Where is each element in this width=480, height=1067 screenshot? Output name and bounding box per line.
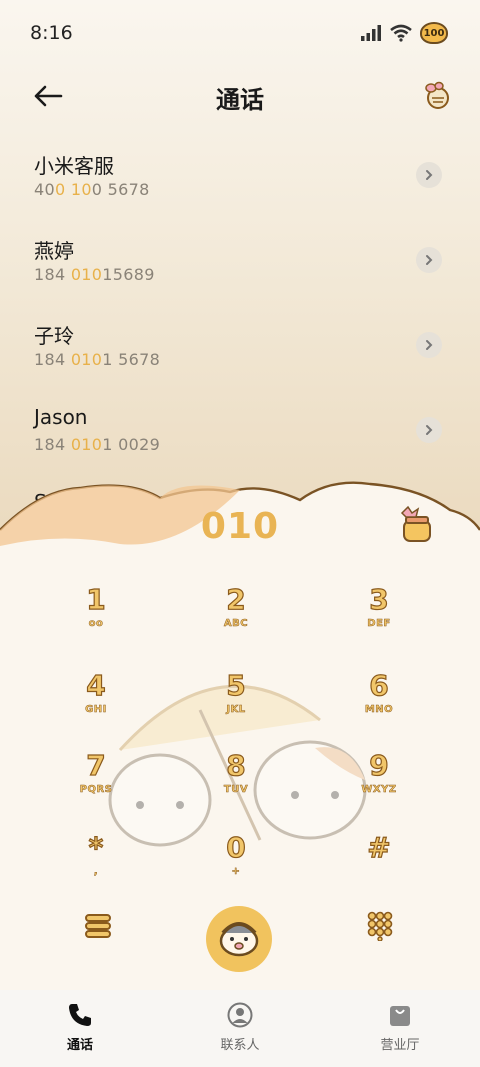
key-letters: DEF bbox=[367, 618, 391, 630]
contact-number: 184 0101 5678 bbox=[34, 350, 161, 369]
key-8[interactable]: 8 TUV bbox=[186, 749, 286, 822]
page-title: 通话 bbox=[216, 86, 264, 114]
key-letters: , bbox=[93, 866, 99, 878]
key-digit: 0 bbox=[226, 831, 247, 864]
key-0[interactable]: 0 + bbox=[186, 831, 286, 904]
key-letters: JKL bbox=[226, 704, 246, 716]
key-hash[interactable]: # bbox=[329, 831, 429, 904]
key-digit: 6 bbox=[369, 669, 390, 702]
person-icon bbox=[227, 1002, 253, 1028]
key-6[interactable]: 6 MNO bbox=[329, 669, 429, 742]
key-3[interactable]: 3 DEF bbox=[329, 583, 429, 656]
key-4[interactable]: 4 GHI bbox=[46, 669, 146, 742]
contact-name: Jason bbox=[34, 405, 88, 429]
key-letters: ABC bbox=[223, 618, 249, 630]
contact-number: 400 100 5678 bbox=[34, 180, 150, 199]
key-star[interactable]: * , bbox=[46, 831, 146, 904]
contact-name: 子玲 bbox=[34, 324, 74, 348]
key-digit: 2 bbox=[226, 583, 247, 616]
tab-calls[interactable]: 通话 bbox=[0, 990, 160, 1067]
contact-item[interactable]: 燕婷 184 01015689 bbox=[0, 215, 480, 300]
key-digit: 5 bbox=[226, 669, 247, 702]
key-letters: PQRS bbox=[79, 784, 113, 796]
bee-decoration-icon[interactable] bbox=[420, 78, 454, 112]
key-digit: # bbox=[367, 831, 392, 864]
contact-detail-button[interactable] bbox=[416, 417, 442, 443]
voicemail-icon: oo bbox=[88, 618, 104, 630]
signal-icon bbox=[361, 25, 381, 41]
menu-icon bbox=[85, 914, 111, 938]
shopping-bag-icon bbox=[390, 1006, 410, 1026]
key-1[interactable]: 1 oo bbox=[46, 583, 146, 656]
chevron-right-icon bbox=[426, 425, 433, 435]
key-letters: MNO bbox=[364, 704, 394, 716]
key-digit: 8 bbox=[226, 749, 247, 782]
header: 通话 bbox=[0, 70, 480, 120]
honey-jar-icon[interactable] bbox=[396, 505, 436, 545]
call-button[interactable] bbox=[206, 906, 272, 972]
chevron-right-icon bbox=[426, 340, 433, 350]
bottom-nav: 通话 联系人 营业厅 bbox=[0, 990, 480, 1067]
tab-label: 营业厅 bbox=[380, 1038, 420, 1053]
phone-icon bbox=[69, 1004, 91, 1026]
tab-business-hall[interactable]: 营业厅 bbox=[320, 990, 480, 1067]
tab-label: 联系人 bbox=[220, 1038, 260, 1053]
key-letters: GHI bbox=[85, 704, 107, 716]
key-digit: * bbox=[88, 831, 104, 864]
contact-item[interactable]: 小米客服 400 100 5678 bbox=[0, 130, 480, 215]
key-digit: 3 bbox=[369, 583, 390, 616]
chevron-right-icon bbox=[426, 170, 433, 180]
dialpad-toggle-button[interactable] bbox=[358, 904, 402, 948]
chevron-right-icon bbox=[426, 255, 433, 265]
contact-detail-button[interactable] bbox=[416, 162, 442, 188]
contact-number: 184 01015689 bbox=[34, 265, 155, 284]
key-digit: 7 bbox=[86, 749, 107, 782]
key-letters: WXYZ bbox=[361, 784, 397, 796]
contact-name: 小米客服 bbox=[34, 154, 114, 178]
dialpad-icon bbox=[367, 911, 393, 941]
menu-button[interactable] bbox=[76, 906, 120, 946]
tab-contacts[interactable]: 联系人 bbox=[160, 990, 320, 1067]
contact-name: 燕婷 bbox=[34, 239, 74, 263]
key-letters: + bbox=[231, 866, 241, 878]
wifi-icon bbox=[390, 24, 412, 42]
status-bar: 8:16 100 bbox=[0, 0, 480, 66]
key-digit: 9 bbox=[369, 749, 390, 782]
tab-label: 通话 bbox=[66, 1038, 93, 1053]
contact-detail-button[interactable] bbox=[416, 332, 442, 358]
key-7[interactable]: 7 PQRS bbox=[46, 749, 146, 822]
key-letters: TUV bbox=[223, 784, 249, 796]
status-icons: 100 bbox=[360, 20, 448, 46]
contact-number: 184 0101 0029 bbox=[34, 435, 161, 454]
key-5[interactable]: 5 JKL bbox=[186, 669, 286, 742]
key-digit: 1 bbox=[86, 583, 107, 616]
battery-icon: 100 bbox=[420, 22, 448, 44]
status-time: 8:16 bbox=[30, 22, 73, 44]
key-2[interactable]: 2 ABC bbox=[186, 583, 286, 656]
cat-phone-icon bbox=[219, 922, 259, 957]
key-digit: 4 bbox=[86, 669, 107, 702]
contact-item[interactable]: Jason 184 0101 0029 bbox=[0, 385, 480, 470]
contact-detail-button[interactable] bbox=[416, 247, 442, 273]
contact-item[interactable]: 子玲 184 0101 5678 bbox=[0, 300, 480, 385]
contact-list: 小米客服 400 100 5678 燕婷 184 01015689 子玲 184… bbox=[0, 130, 480, 470]
key-9[interactable]: 9 WXYZ bbox=[329, 749, 429, 822]
